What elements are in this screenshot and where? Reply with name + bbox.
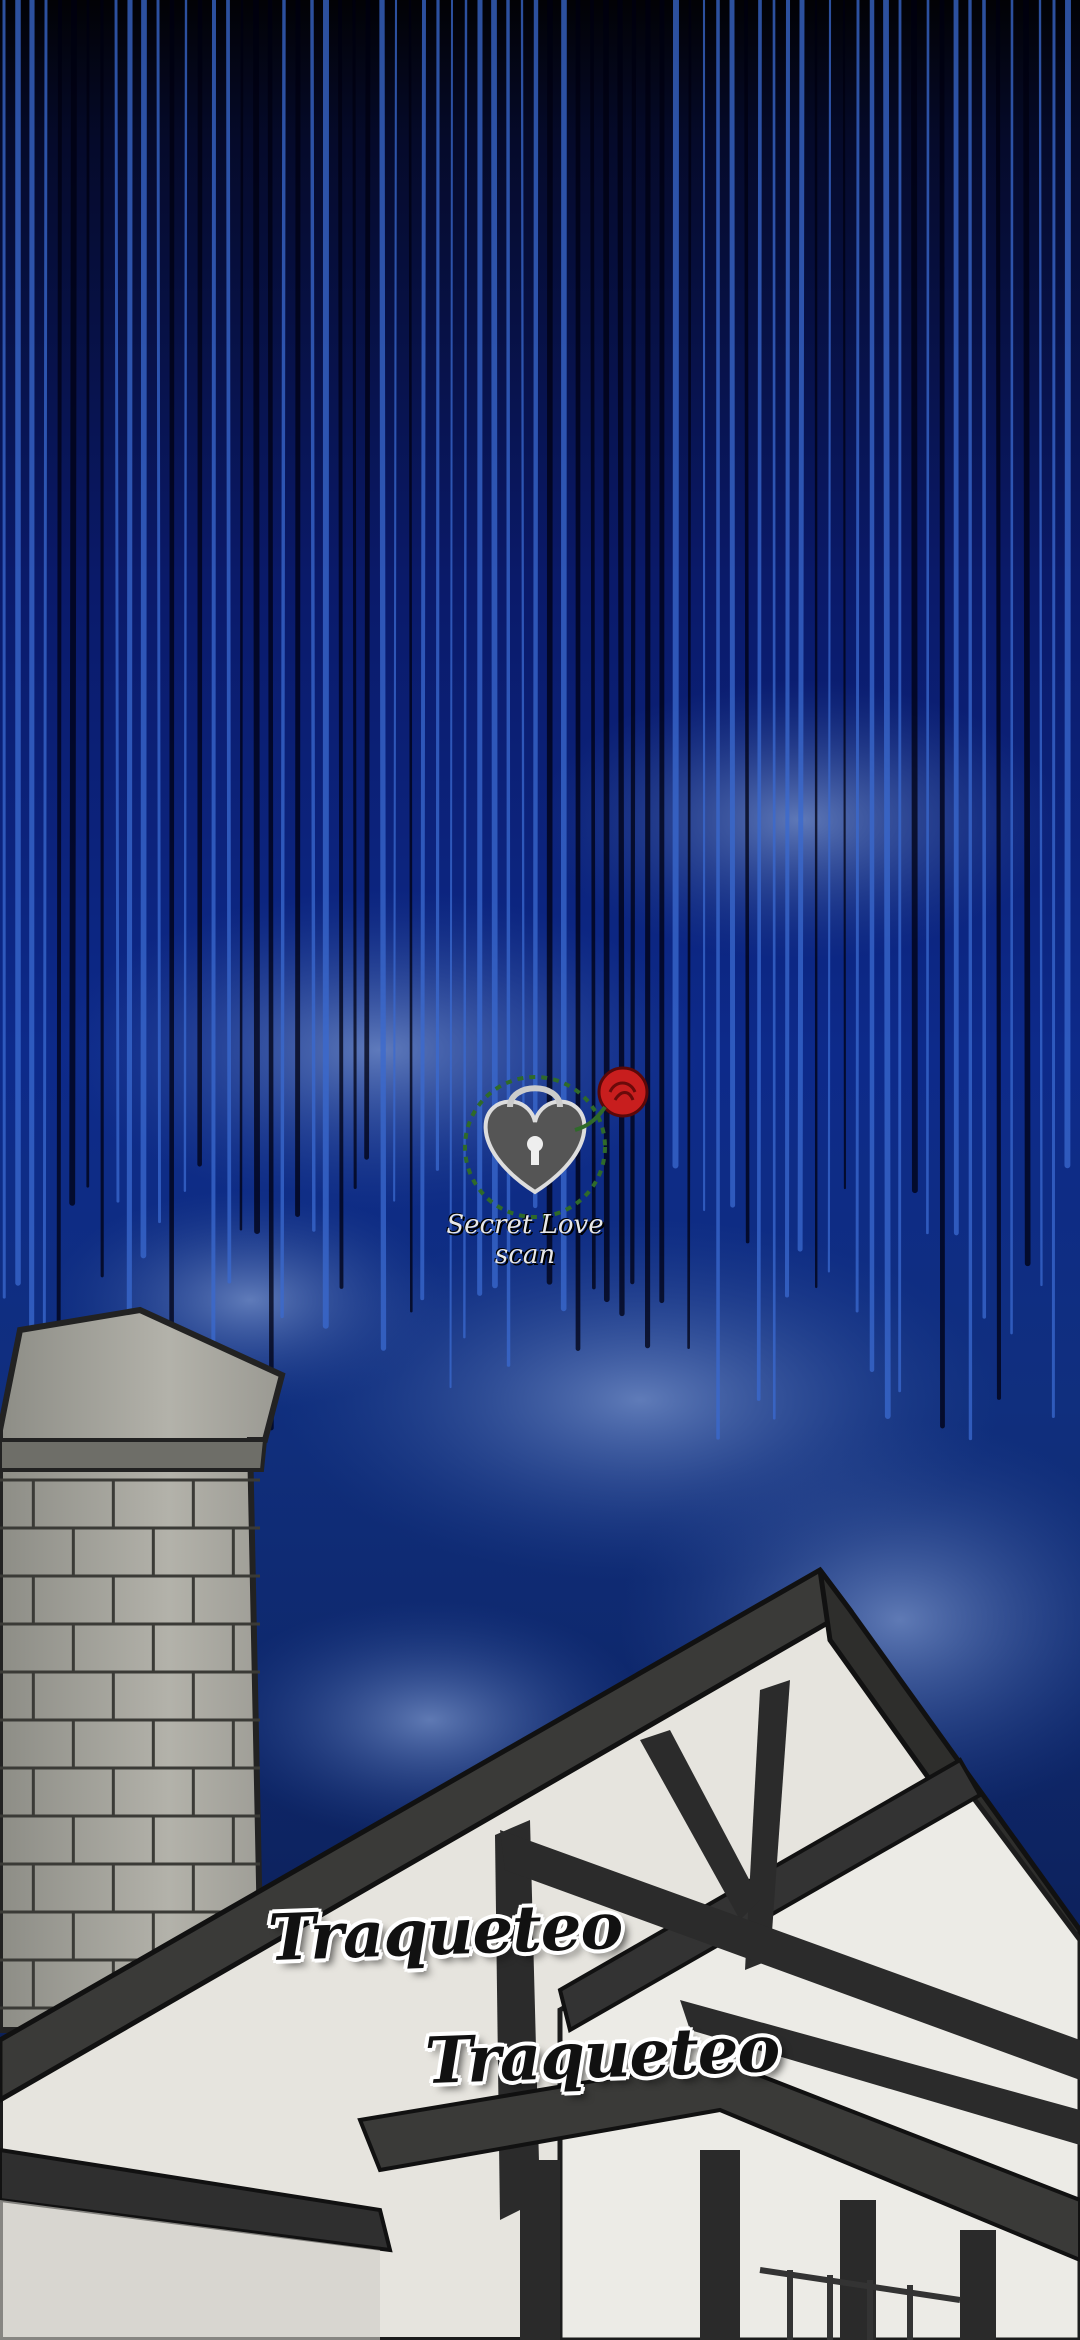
speed-line xyxy=(729,0,736,1208)
speed-line xyxy=(42,0,48,1349)
speed-line xyxy=(911,0,918,1194)
speed-line xyxy=(267,0,274,1431)
speed-line xyxy=(995,0,1002,1400)
speed-line xyxy=(1038,0,1043,1287)
speed-line xyxy=(1064,0,1071,1169)
speed-line xyxy=(744,0,750,1244)
speed-line xyxy=(1051,0,1056,1418)
speed-line xyxy=(114,0,120,1203)
speed-line xyxy=(338,0,344,1289)
speed-line xyxy=(672,0,679,1169)
speed-line xyxy=(56,0,62,1354)
speed-line xyxy=(156,0,162,1224)
comic-panel: Secret Love scan Traqueteo Traqueteo xyxy=(0,0,1080,2340)
speed-line xyxy=(140,0,147,1259)
speed-line xyxy=(1023,0,1031,1267)
speed-line xyxy=(883,0,891,1419)
speed-line xyxy=(756,0,762,1401)
speed-line xyxy=(842,0,846,1190)
speed-line xyxy=(352,0,357,1190)
speed-line xyxy=(435,0,440,1171)
sound-effect-text: Traqueteo xyxy=(423,2011,781,2100)
speed-line xyxy=(533,0,539,1209)
speed-line xyxy=(126,0,133,1317)
speed-line xyxy=(827,0,832,1273)
speed-line xyxy=(310,0,316,1232)
speed-line xyxy=(379,0,387,1351)
heart-lock-rose-icon xyxy=(463,1066,649,1219)
sound-effect-text: Traqueteo xyxy=(266,1888,624,1977)
speed-line xyxy=(253,0,261,1235)
speed-line xyxy=(364,0,371,1160)
speed-line xyxy=(784,0,791,1298)
speed-line xyxy=(69,0,77,1206)
speed-line xyxy=(520,0,525,1175)
speed-line xyxy=(226,0,232,1284)
speed-line xyxy=(926,0,930,1235)
speed-line xyxy=(239,0,244,1231)
watermark-text: Secret Love scan xyxy=(446,1210,604,1270)
speed-line xyxy=(797,0,805,1252)
speed-line xyxy=(280,0,286,1319)
speed-line xyxy=(211,0,216,1439)
speed-line xyxy=(420,0,426,1301)
speed-line xyxy=(183,0,188,1192)
speed-line xyxy=(855,0,860,1313)
scanlation-watermark: Secret Love scan xyxy=(425,1052,655,1292)
speed-line xyxy=(687,0,692,1349)
speed-line xyxy=(408,0,413,1313)
